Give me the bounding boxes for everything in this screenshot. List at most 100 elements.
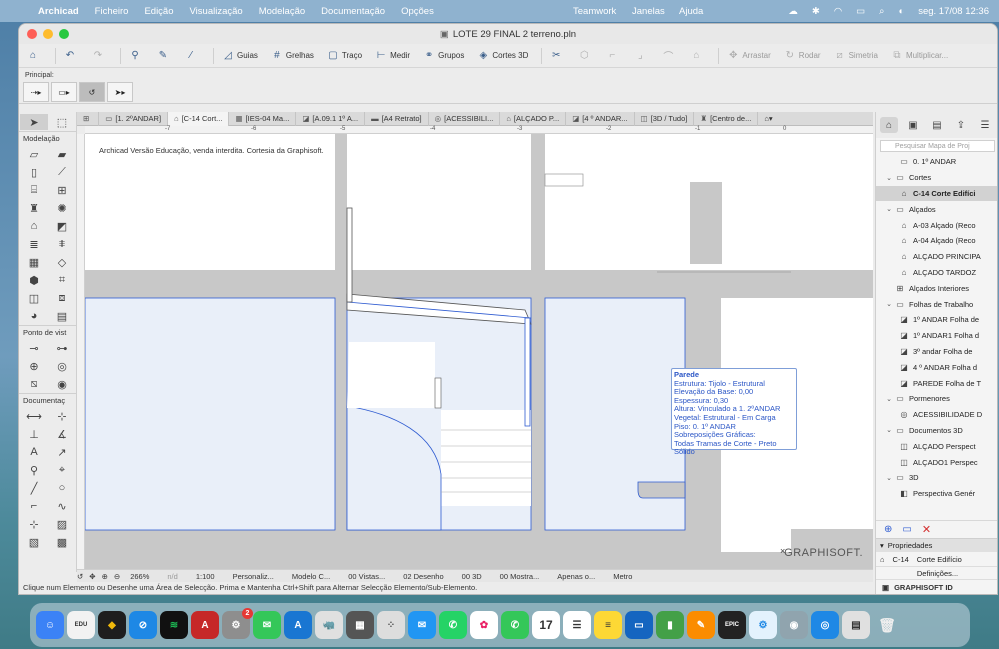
delete-icon[interactable]: ✕	[922, 523, 931, 536]
binance-icon[interactable]: ◆	[98, 611, 126, 639]
photos-icon[interactable]: ✿	[470, 611, 498, 639]
graphisoft-id-label[interactable]: GRAPHISOFT ID	[894, 583, 953, 592]
apenas-dropdown[interactable]: Apenas o...	[557, 572, 595, 581]
numbers-icon[interactable]: ▮	[656, 611, 684, 639]
menu-edicao[interactable]: Edição	[144, 6, 173, 17]
rodar-button[interactable]: ↻ Rodar	[780, 47, 824, 65]
project-map-item[interactable]: ◪ 4 º ANDAR Folha d	[876, 359, 997, 375]
network-icon[interactable]: ⚙	[749, 611, 777, 639]
menu-visualizacao[interactable]: Visualização	[190, 6, 243, 17]
toolbox-section-modelacao[interactable]: Modelação	[19, 131, 76, 145]
door-tool-icon[interactable]: ⌸	[20, 182, 48, 198]
new-folder-icon[interactable]: ▭	[902, 524, 911, 535]
roof-tool-icon[interactable]: ⌂	[20, 218, 48, 234]
finder-icon[interactable]: ☺	[36, 611, 64, 639]
arrastar-button[interactable]: ✥ Arrastar	[723, 47, 773, 65]
cortes3d-button[interactable]: ◈ Cortes 3D	[473, 47, 531, 65]
split-button[interactable]: ⬡	[574, 47, 596, 65]
pages-icon[interactable]: ✎	[687, 611, 715, 639]
home-button[interactable]: ⌂	[23, 47, 45, 65]
epic-games-icon[interactable]: EPIC	[718, 611, 746, 639]
project-map-item[interactable]: ▭ 0. 1º ANDAR	[876, 154, 997, 170]
grupos-button[interactable]: ⚭ Grupos	[419, 47, 467, 65]
railing-tool-icon[interactable]: ⩨	[48, 236, 76, 252]
menu-documentacao[interactable]: Documentação	[321, 6, 385, 17]
reminders-icon[interactable]: ☰	[563, 611, 591, 639]
elevation-tool-icon[interactable]: ⊶	[48, 340, 76, 356]
zoom-field[interactable]: 266%	[130, 572, 149, 581]
project-map-item[interactable]: ⌂ A-04 Alçado (Reco	[876, 233, 997, 249]
zoom-out-icon[interactable]: ⊖	[114, 572, 120, 581]
intersect-button[interactable]: ⌟	[630, 47, 652, 65]
search-icon[interactable]: ⌕	[879, 6, 884, 17]
definitions-button[interactable]: Definições...	[876, 566, 997, 580]
project-map-item[interactable]: ⌄ ▭ Folhas de Trabalho	[876, 296, 997, 312]
opening-tool-icon[interactable]: ⧈	[48, 290, 76, 306]
view-map-icon[interactable]: ▣	[904, 117, 922, 133]
wall-tool-icon[interactable]: ▱	[20, 146, 48, 162]
medir-button[interactable]: ⊢ Medir	[371, 47, 413, 65]
marquee-tool-icon[interactable]: ⬚	[48, 114, 76, 130]
menu-ajuda[interactable]: Ajuda	[679, 6, 703, 17]
disclosure-chevron-icon[interactable]: ⌄	[884, 174, 894, 182]
rotate-selection-button[interactable]: ↺	[79, 82, 105, 102]
calendar-icon[interactable]: 17	[532, 611, 560, 639]
adjust-button[interactable]: ⌐	[602, 47, 624, 65]
disclosure-chevron-icon[interactable]: ⌄	[884, 395, 894, 403]
tab-3d-tudo[interactable]: ◫ [3D / Tudo]	[635, 111, 695, 126]
tab-overflow-button[interactable]: ⌂▾	[758, 112, 778, 126]
pick-up-button[interactable]: ⚲	[125, 47, 147, 65]
project-map-item[interactable]: ◫ ALÇADO1 Perspec	[876, 454, 997, 470]
rhino-icon[interactable]: 🦏	[315, 611, 343, 639]
mail-icon[interactable]: ✉	[408, 611, 436, 639]
tab-a091[interactable]: ◪ [A.09.1 1º A...	[296, 111, 366, 126]
clock[interactable]: seg. 17/08 12:36	[918, 6, 989, 17]
grelhas-button[interactable]: # Grelhas	[267, 47, 317, 65]
menu-opcoes[interactable]: Opções	[401, 6, 434, 17]
tab-acessibili[interactable]: ◎ [ACESSIBILI...	[429, 111, 501, 126]
dimension-tool-icon[interactable]: ⟷	[20, 408, 48, 424]
project-map-item[interactable]: ⊞ Alçados Interiores	[876, 280, 997, 296]
menu-app-name[interactable]: Archicad	[38, 6, 79, 17]
tab-layout-toggle[interactable]: ⊞	[77, 111, 100, 126]
arrow-tool-icon[interactable]: ➤	[20, 114, 48, 130]
section-view-canvas[interactable]: × Archicad Versão Educação, venda interd…	[85, 134, 873, 569]
morph-tool-icon[interactable]: ⬢	[20, 272, 48, 288]
control-center-icon[interactable]: ◐	[898, 6, 904, 17]
tab-a4-retrato[interactable]: ▬ [A4 Retrato]	[365, 111, 429, 126]
polyline-tool-icon[interactable]: ⌐	[20, 498, 48, 514]
graphisoft-id-icon[interactable]: ▣	[882, 583, 889, 592]
inject-button[interactable]: ✎	[153, 47, 175, 65]
menu-modelacao[interactable]: Modelação	[259, 6, 305, 17]
autocad-icon[interactable]: A	[191, 611, 219, 639]
project-map-item[interactable]: ⌄ ▭ Alçados	[876, 201, 997, 217]
collapse-icon[interactable]: ▾	[880, 541, 884, 550]
detail-tool-icon[interactable]: ⧅	[20, 376, 48, 392]
vistas-dropdown[interactable]: 00 Vistas...	[348, 572, 385, 581]
worksheet-tool-icon[interactable]: ◎	[48, 358, 76, 374]
beam-tool-icon[interactable]: ⟋	[48, 164, 76, 180]
figure-tool-icon[interactable]: ⌖	[48, 462, 76, 478]
properties-id[interactable]: C-14	[893, 555, 909, 564]
keynote-icon[interactable]: ▭	[625, 611, 653, 639]
stair-tool-icon[interactable]: ≣	[20, 236, 48, 252]
layout-book-icon[interactable]: ▤	[928, 117, 946, 133]
multiplicar-button[interactable]: ⧉ Multiplicar...	[887, 47, 951, 65]
phone-icon[interactable]: ✆	[501, 611, 529, 639]
image-tool-icon[interactable]: ▧	[20, 534, 48, 550]
project-map-item[interactable]: ⌂ C-14 Corte Edifíci	[876, 185, 997, 202]
calculator-icon[interactable]: ▦	[346, 611, 374, 639]
skylight-tool-icon[interactable]: ◇	[48, 254, 76, 270]
notes-icon[interactable]: ≡	[594, 611, 622, 639]
hotspot-tool-icon[interactable]: ⊹	[20, 516, 48, 532]
minimize-window-button[interactable]	[43, 29, 53, 39]
toolbox-section-documentacao[interactable]: Documentaç	[19, 393, 76, 407]
archicad-file-icon[interactable]: EDU	[67, 611, 95, 639]
disclosure-chevron-icon[interactable]: ⌄	[884, 474, 894, 482]
tab-c14-corte[interactable]: ⌂ [C-14 Cort...	[168, 111, 230, 126]
angle-dimension-tool-icon[interactable]: ∡	[48, 426, 76, 442]
navigator-menu-icon[interactable]: ☰	[976, 117, 994, 133]
object-tool-icon[interactable]: ♜	[20, 200, 48, 216]
tab-ies04[interactable]: ▦ [IES-04 Ma...	[229, 111, 297, 126]
system-settings-icon[interactable]: ⚙ 2	[222, 608, 253, 639]
